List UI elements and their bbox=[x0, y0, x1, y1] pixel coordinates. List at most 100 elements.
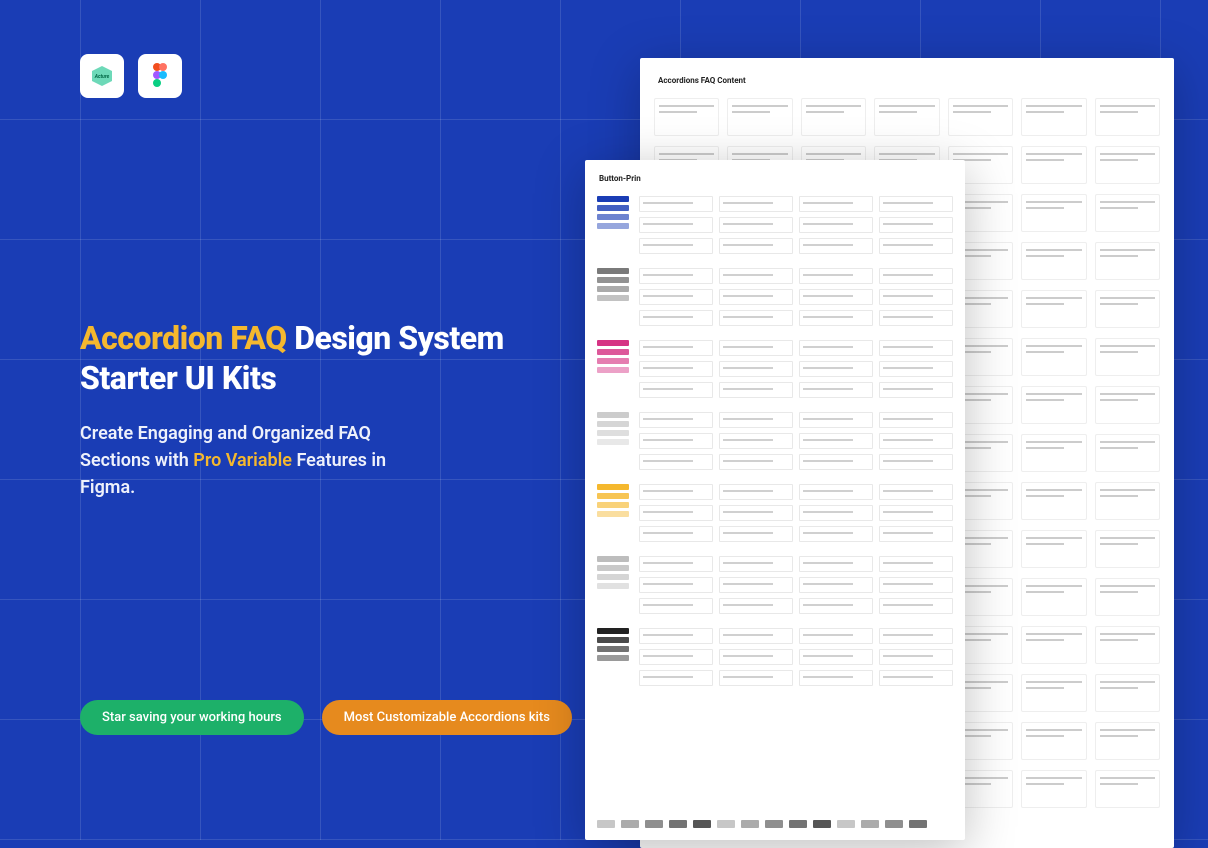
mockup-item bbox=[879, 217, 953, 233]
mockup-cell bbox=[654, 98, 719, 136]
mockup-item bbox=[799, 382, 873, 398]
pill-orange[interactable]: Most Customizable Accordions kits bbox=[322, 700, 572, 735]
mockup-cell bbox=[1095, 770, 1160, 808]
mockup-item bbox=[799, 196, 873, 212]
color-swatch bbox=[597, 367, 629, 373]
mockup-cell bbox=[948, 98, 1013, 136]
mockup-cell bbox=[1021, 578, 1086, 616]
mockup-item bbox=[799, 484, 873, 500]
mockup-item bbox=[879, 340, 953, 356]
pill-row: Star saving your working hours Most Cust… bbox=[80, 700, 572, 735]
mockup-section bbox=[597, 268, 953, 326]
mockup-item bbox=[639, 556, 713, 572]
mockup-item bbox=[719, 196, 793, 212]
mockup-item bbox=[719, 556, 793, 572]
mockup-item bbox=[719, 454, 793, 470]
color-swatch bbox=[597, 628, 629, 634]
mockup-cell bbox=[1095, 722, 1160, 760]
color-swatch bbox=[597, 340, 629, 346]
mockup-row bbox=[639, 670, 953, 686]
mockup-item bbox=[879, 484, 953, 500]
mockup-item bbox=[719, 670, 793, 686]
mockup-cell bbox=[1021, 530, 1086, 568]
mockup-item bbox=[719, 310, 793, 326]
mockup-cell bbox=[1095, 674, 1160, 712]
mockup-button bbox=[741, 820, 759, 828]
mockup-cell bbox=[1095, 578, 1160, 616]
mockup-item bbox=[639, 484, 713, 500]
mockup-item bbox=[879, 577, 953, 593]
mockup-rows bbox=[639, 628, 953, 686]
mockup-row bbox=[639, 484, 953, 500]
mockup-rows bbox=[639, 340, 953, 398]
mockup-item bbox=[719, 577, 793, 593]
mockup-item bbox=[879, 238, 953, 254]
mockup-item bbox=[639, 238, 713, 254]
mockup-item bbox=[879, 196, 953, 212]
mockup-button bbox=[765, 820, 783, 828]
mockup-cell bbox=[1095, 146, 1160, 184]
mockup-cell bbox=[1095, 530, 1160, 568]
title-accent: Accordion FAQ bbox=[80, 319, 287, 357]
mockup-front-footer bbox=[597, 820, 953, 828]
mockup-rows bbox=[639, 196, 953, 254]
pill-green[interactable]: Star saving your working hours bbox=[80, 700, 304, 735]
mockup-item bbox=[799, 577, 873, 593]
color-swatch bbox=[597, 205, 629, 211]
color-swatch bbox=[597, 556, 629, 562]
mockup-item bbox=[799, 340, 873, 356]
mockup-button bbox=[621, 820, 639, 828]
mockup-button bbox=[909, 820, 927, 828]
mockup-row bbox=[639, 628, 953, 644]
color-swatch bbox=[597, 655, 629, 661]
mockup-item bbox=[879, 268, 953, 284]
mockup-cell bbox=[1021, 770, 1086, 808]
mockup-section bbox=[597, 196, 953, 254]
subtitle-accent: Pro Variable bbox=[193, 450, 292, 471]
mockup-item bbox=[639, 505, 713, 521]
mockup-cell bbox=[1095, 290, 1160, 328]
mockup-rows bbox=[639, 484, 953, 542]
mockup-item bbox=[639, 649, 713, 665]
swatch-column bbox=[597, 340, 629, 398]
mockup-back-title: Accordions FAQ Content bbox=[658, 76, 746, 85]
mockup-section bbox=[597, 484, 953, 542]
mockup-cell bbox=[1095, 242, 1160, 280]
mockup-item bbox=[639, 289, 713, 305]
mockup-button bbox=[645, 820, 663, 828]
color-swatch bbox=[597, 484, 629, 490]
mockup-item bbox=[639, 412, 713, 428]
mockup-cell bbox=[1095, 626, 1160, 664]
page-title: Accordion FAQ Design System Starter UI K… bbox=[80, 318, 550, 398]
mockup-item bbox=[799, 598, 873, 614]
mockup-row bbox=[639, 577, 953, 593]
mockup-row bbox=[639, 289, 953, 305]
mockup-item bbox=[799, 433, 873, 449]
mockup-item bbox=[719, 361, 793, 377]
mockup-item bbox=[719, 526, 793, 542]
swatch-column bbox=[597, 628, 629, 686]
mockup-item bbox=[799, 526, 873, 542]
color-swatch bbox=[597, 565, 629, 571]
mockup-button bbox=[861, 820, 879, 828]
mockup-section bbox=[597, 628, 953, 686]
mockup-item bbox=[719, 382, 793, 398]
mockup-row bbox=[639, 598, 953, 614]
mockup-item bbox=[639, 433, 713, 449]
mockup-item bbox=[799, 310, 873, 326]
swatch-column bbox=[597, 412, 629, 470]
mockup-rows bbox=[639, 412, 953, 470]
mockup-item bbox=[879, 505, 953, 521]
mockup-section bbox=[597, 412, 953, 470]
mockup-cell bbox=[1021, 722, 1086, 760]
swatch-column bbox=[597, 484, 629, 542]
mockup-item bbox=[879, 598, 953, 614]
mockup-cell bbox=[1095, 338, 1160, 376]
figma-logo bbox=[138, 54, 182, 98]
mockup-item bbox=[879, 361, 953, 377]
mockup-cell bbox=[1021, 386, 1086, 424]
mockup-row bbox=[639, 196, 953, 212]
mockup-item bbox=[719, 217, 793, 233]
mockup-item bbox=[719, 412, 793, 428]
mockup-row bbox=[639, 310, 953, 326]
